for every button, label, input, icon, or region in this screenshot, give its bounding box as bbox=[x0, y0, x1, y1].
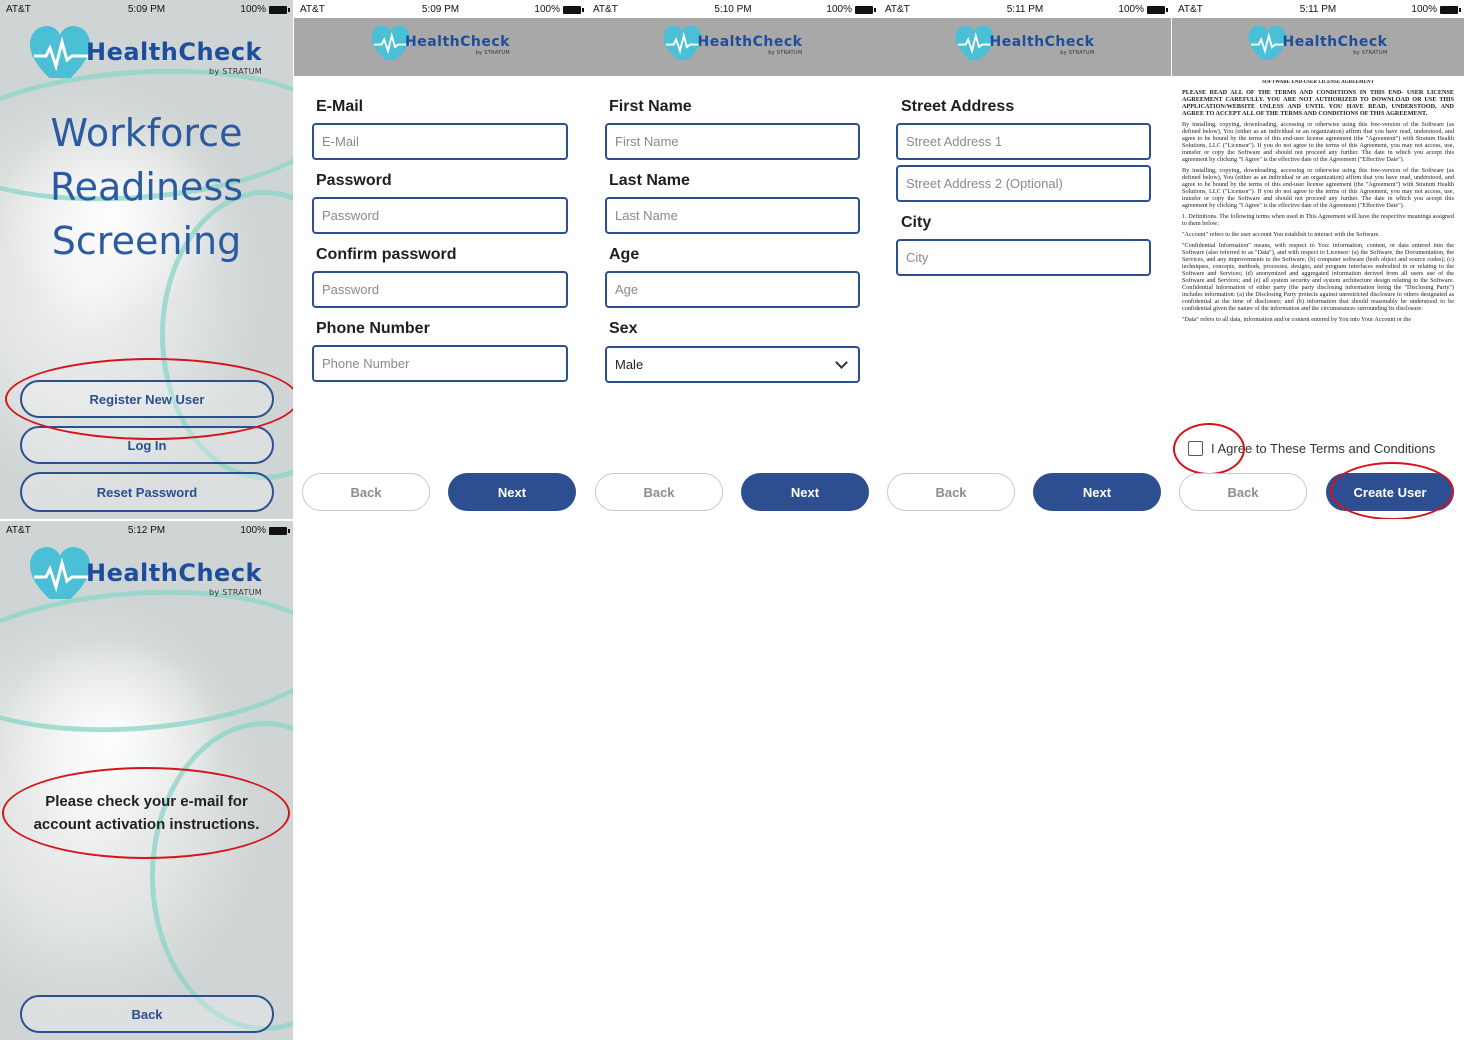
back-button[interactable]: Back bbox=[595, 473, 723, 511]
sex-label: Sex bbox=[609, 320, 638, 337]
first-name-label: First Name bbox=[609, 98, 692, 115]
license-heading: SOFTWARE END-USER LICENSE AGREEMENT bbox=[1262, 80, 1374, 85]
app-logo: HealthCheck by STRATUM bbox=[371, 24, 510, 60]
battery-icon bbox=[563, 5, 584, 14]
license-paragraph: By installing, copying, downloading, acc… bbox=[1182, 167, 1454, 209]
license-paragraph: 1. Definitions. The following terms when… bbox=[1182, 213, 1454, 227]
phone-label: Phone Number bbox=[316, 320, 430, 337]
heart-pulse-icon bbox=[1248, 25, 1287, 60]
phone-field[interactable]: Phone Number bbox=[312, 345, 568, 382]
next-button[interactable]: Next bbox=[1033, 473, 1161, 511]
password-field[interactable]: Password bbox=[312, 197, 568, 234]
app-logo: HealthCheck by STRATUM bbox=[663, 24, 803, 60]
heart-pulse-icon bbox=[30, 26, 90, 78]
street-address-label: Street Address bbox=[901, 98, 1015, 115]
status-bar: AT&T 5:10 PM 100% bbox=[587, 0, 879, 18]
battery-icon bbox=[855, 5, 876, 14]
sex-select[interactable]: Male bbox=[605, 346, 860, 383]
sex-select-value: Male bbox=[615, 357, 644, 372]
brand-name: HealthCheck by STRATUM bbox=[405, 34, 510, 56]
back-button[interactable]: Back bbox=[20, 995, 274, 1033]
license-paragraph: "Data" refers to all data, information a… bbox=[1182, 316, 1412, 323]
battery-icon bbox=[1147, 5, 1168, 14]
city-field[interactable]: City bbox=[896, 239, 1151, 276]
next-button[interactable]: Next bbox=[741, 473, 869, 511]
activation-message: Please check your e-mail for account act… bbox=[33, 793, 260, 833]
email-field[interactable]: E-Mail bbox=[312, 123, 568, 160]
header-bar: HealthCheck by STRATUM bbox=[587, 18, 879, 76]
brand-name: HealthCheck by STRATUM bbox=[86, 559, 263, 597]
age-field[interactable]: Age bbox=[605, 271, 860, 308]
login-button[interactable]: Log In bbox=[20, 426, 274, 464]
register-step-2: AT&T 5:10 PM 100% HealthCheck by STRATUM … bbox=[587, 0, 879, 519]
battery-status: 100% bbox=[534, 4, 584, 15]
license-paragraph: "Account" refers to the user account You… bbox=[1182, 231, 1380, 238]
street-address-1-field[interactable]: Street Address 1 bbox=[896, 123, 1151, 160]
confirmation-screen: AT&T 5:12 PM 100% HealthCheck by STRATUM … bbox=[0, 521, 293, 1040]
brand-name: HealthCheck by STRATUM bbox=[989, 34, 1095, 56]
register-step-3: AT&T 5:11 PM 100% HealthCheck by STRATUM … bbox=[879, 0, 1171, 519]
back-button[interactable]: Back bbox=[887, 473, 1015, 511]
last-name-label: Last Name bbox=[609, 172, 690, 189]
create-user-button[interactable]: Create User bbox=[1326, 473, 1454, 511]
battery-status: 100% bbox=[826, 4, 876, 15]
heart-pulse-icon bbox=[371, 25, 410, 60]
battery-icon bbox=[1440, 5, 1461, 14]
license-paragraph: PLEASE READ ALL OF THE TERMS AND CONDITI… bbox=[1182, 89, 1454, 117]
battery-icon bbox=[269, 526, 290, 535]
status-bar: AT&T 5:11 PM 100% bbox=[1172, 0, 1464, 18]
register-step-1: AT&T 5:09 PM 100% HealthCheck by STRATUM … bbox=[294, 0, 587, 519]
brand-name: HealthCheck by STRATUM bbox=[697, 34, 803, 56]
heart-pulse-icon bbox=[663, 25, 702, 60]
status-bar: AT&T 5:09 PM 100% bbox=[0, 0, 293, 18]
confirm-password-label: Confirm password bbox=[316, 246, 457, 263]
app-logo: HealthCheck by STRATUM bbox=[30, 26, 262, 78]
terms-screen: AT&T 5:11 PM 100% HealthCheck by STRATUM … bbox=[1172, 0, 1464, 519]
license-paragraph: By installing, copying, downloading, acc… bbox=[1182, 121, 1454, 163]
header-bar: HealthCheck by STRATUM bbox=[879, 18, 1171, 76]
app-logo: HealthCheck by STRATUM bbox=[1248, 24, 1388, 60]
battery-status: 100% bbox=[240, 525, 290, 536]
license-paragraph: "Confidential Information" means, with r… bbox=[1182, 242, 1454, 312]
app-logo: HealthCheck by STRATUM bbox=[955, 24, 1095, 60]
chevron-down-icon bbox=[835, 356, 848, 369]
city-label: City bbox=[901, 214, 932, 231]
next-button[interactable]: Next bbox=[448, 473, 576, 511]
welcome-screen: AT&T 5:09 PM 100% HealthCheck by STRATUM … bbox=[0, 0, 293, 519]
agree-label: I Agree to These Terms and Conditions bbox=[1211, 441, 1436, 456]
brand-name: HealthCheck by STRATUM bbox=[1282, 34, 1388, 56]
email-label: E-Mail bbox=[316, 98, 364, 115]
agree-checkbox[interactable] bbox=[1188, 441, 1203, 456]
register-button[interactable]: Register New User bbox=[20, 380, 274, 418]
heart-pulse-icon bbox=[30, 547, 90, 599]
back-button[interactable]: Back bbox=[1179, 473, 1307, 511]
battery-icon bbox=[269, 5, 290, 14]
back-button[interactable]: Back bbox=[302, 473, 430, 511]
app-title: Workforce Readiness Screening bbox=[49, 111, 244, 263]
status-bar: AT&T 5:12 PM 100% bbox=[0, 521, 293, 539]
street-address-2-field[interactable]: Street Address 2 (Optional) bbox=[896, 165, 1151, 202]
battery-status: 100% bbox=[240, 4, 290, 15]
age-label: Age bbox=[609, 246, 640, 263]
heart-pulse-icon bbox=[955, 25, 994, 60]
status-bar: AT&T 5:09 PM 100% bbox=[294, 0, 587, 18]
first-name-field[interactable]: First Name bbox=[605, 123, 860, 160]
password-label: Password bbox=[316, 172, 392, 189]
reset-password-button[interactable]: Reset Password bbox=[20, 472, 274, 512]
battery-status: 100% bbox=[1118, 4, 1168, 15]
agree-terms-row[interactable]: I Agree to These Terms and Conditions bbox=[1188, 441, 1435, 456]
app-logo: HealthCheck by STRATUM bbox=[30, 547, 262, 599]
header-bar: HealthCheck by STRATUM bbox=[1172, 18, 1464, 76]
header-bar: HealthCheck by STRATUM bbox=[294, 18, 587, 76]
battery-status: 100% bbox=[1411, 4, 1461, 15]
license-agreement-text[interactable]: SOFTWARE END-USER LICENSE AGREEMENT PLEA… bbox=[1182, 80, 1454, 420]
brand-name: HealthCheck by STRATUM bbox=[86, 38, 263, 76]
confirm-password-field[interactable]: Password bbox=[312, 271, 568, 308]
last-name-field[interactable]: Last Name bbox=[605, 197, 860, 234]
status-bar: AT&T 5:11 PM 100% bbox=[879, 0, 1171, 18]
